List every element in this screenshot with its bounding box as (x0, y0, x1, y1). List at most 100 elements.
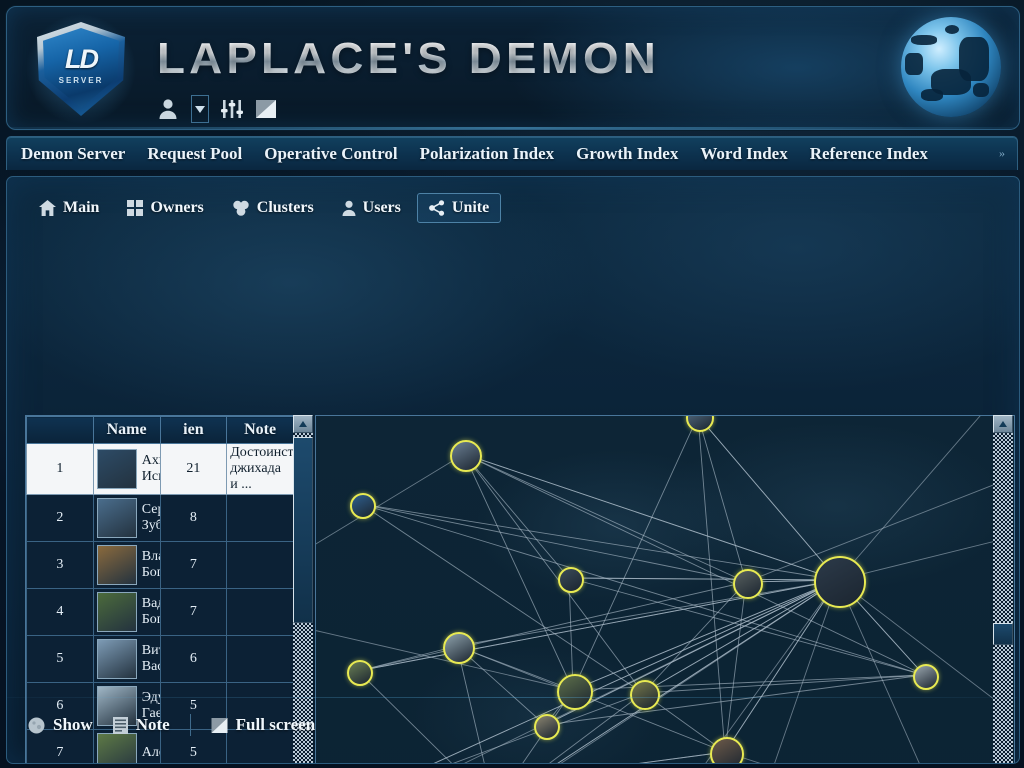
home-icon (39, 200, 56, 216)
main-navigation: Demon Server Request Pool Operative Cont… (6, 136, 1018, 170)
row-note: Достоинства джихада и ... (226, 443, 294, 495)
network-graph-canvas[interactable] (315, 415, 1015, 763)
tab-clusters[interactable]: Clusters (220, 193, 326, 223)
row-name-cell: Виталий Васильев (92, 635, 161, 683)
graph-edge (697, 416, 839, 581)
nav-item-demon-server[interactable]: Demon Server (21, 144, 125, 164)
graph-node[interactable] (557, 674, 593, 710)
col-index[interactable] (26, 416, 94, 444)
nav-item-operative-control[interactable]: Operative Control (264, 144, 397, 164)
graph-node[interactable] (534, 714, 560, 740)
graph-edge (705, 579, 839, 763)
graph-edge (463, 453, 747, 583)
graph-edge (433, 579, 839, 763)
row-len: 21 (159, 443, 228, 495)
share-icon (428, 200, 444, 216)
graph-vscroll-track[interactable] (993, 433, 1013, 763)
nav-item-polarization-index[interactable]: Polarization Index (420, 144, 555, 164)
panel-divider (7, 697, 1017, 698)
table-header-row: Name ien Note (26, 416, 294, 444)
nav-item-growth-index[interactable]: Growth Index (576, 144, 678, 164)
tab-main-label: Main (63, 199, 100, 216)
sliders-icon[interactable] (221, 96, 243, 122)
table-row[interactable]: 4 Вадим Боголаев7 (26, 588, 294, 636)
graph-node[interactable] (443, 632, 475, 664)
row-len: 7 (159, 588, 228, 636)
row-note (226, 635, 294, 683)
row-index: 5 (26, 635, 94, 683)
table-row[interactable]: 3 Владимир Боголаев7 (26, 541, 294, 589)
graph-edge (572, 674, 925, 691)
graph-edge (774, 579, 839, 763)
col-name[interactable]: Name (92, 416, 161, 444)
graph-edge (638, 751, 726, 763)
table-row[interactable]: 5 Виталий Васильев6 (26, 635, 294, 683)
row-note (226, 541, 294, 589)
graph-node[interactable] (450, 440, 482, 472)
tab-owners[interactable]: Owners (115, 193, 215, 223)
graph-vscrollbar[interactable] (993, 415, 1013, 763)
table-row[interactable]: 2 Сергей Зубарев8 (26, 494, 294, 542)
graph-edge (464, 579, 839, 763)
nav-item-word-index[interactable]: Word Index (700, 144, 787, 164)
graph-node[interactable] (814, 556, 866, 608)
nav-item-reference-index[interactable]: Reference Index (810, 144, 928, 164)
graph-edge (463, 453, 570, 579)
clusters-icon (233, 200, 249, 216)
table-row[interactable]: 1 Ахмад Исмаилов21Достоинства джихада и .… (26, 443, 294, 495)
row-index: 1 (26, 443, 94, 495)
tab-main[interactable]: Main (27, 193, 111, 223)
graph-edge (463, 453, 839, 581)
show-button[interactable]: Show (18, 712, 103, 738)
avatar (96, 545, 137, 585)
fullscreen-icon (211, 717, 228, 733)
contrast-icon[interactable] (255, 96, 277, 122)
row-name-cell: Владимир Боголаев (92, 541, 161, 589)
note-button[interactable]: Note (103, 712, 180, 738)
table-vscroll-thumb[interactable] (293, 437, 313, 623)
chevron-down-icon[interactable] (191, 95, 209, 123)
user-icon[interactable] (157, 96, 179, 122)
circle-icon (28, 717, 45, 733)
footer-toolbar: Show Note Full screen (18, 712, 325, 738)
note-button-label: Note (135, 715, 170, 734)
graph-edge (745, 483, 996, 583)
table-scroll-up-button[interactable] (293, 415, 313, 433)
tab-users-label: Users (362, 199, 401, 216)
graph-edge (572, 416, 699, 691)
row-len: 8 (159, 494, 228, 542)
col-len[interactable]: ien (159, 416, 228, 444)
graph-scroll-up-button[interactable] (993, 415, 1013, 433)
tab-bar: Main Owners Clusters Users Unite (27, 193, 505, 223)
row-index: 3 (26, 541, 94, 589)
graph-node[interactable] (630, 680, 660, 710)
graph-edges (316, 416, 996, 763)
graph-vscroll-thumb[interactable] (993, 623, 1013, 645)
col-note[interactable]: Note (226, 416, 294, 444)
graph-node[interactable] (733, 569, 763, 599)
graph-edge (638, 751, 726, 763)
graph-node[interactable] (350, 493, 376, 519)
row-name-label: Владимир Боголаев (141, 549, 159, 580)
row-note (226, 588, 294, 636)
tab-unite[interactable]: Unite (416, 193, 502, 223)
application-window: LD SERVER LAPLACE'S DEMON Demon Server R… (0, 0, 1024, 768)
graph-edge (697, 416, 726, 753)
header-icon-group (157, 95, 277, 123)
nav-item-request-pool[interactable]: Request Pool (147, 144, 242, 164)
graph-node[interactable] (558, 567, 584, 593)
grid-icon (127, 200, 144, 216)
graph-edge (452, 692, 644, 763)
nav-overflow-caret[interactable]: » (999, 146, 1005, 161)
ld-server-logo[interactable]: LD SERVER (21, 10, 141, 128)
graph-node[interactable] (913, 664, 939, 690)
row-index: 2 (26, 494, 94, 542)
tab-users[interactable]: Users (330, 193, 413, 223)
show-button-label: Show (53, 715, 93, 734)
graph-node[interactable] (710, 737, 744, 763)
tab-owners-label: Owners (150, 199, 204, 216)
fullscreen-button[interactable]: Full screen (201, 712, 325, 738)
globe-icon (901, 17, 1001, 117)
graph-node[interactable] (347, 660, 373, 686)
row-index: 4 (26, 588, 94, 636)
